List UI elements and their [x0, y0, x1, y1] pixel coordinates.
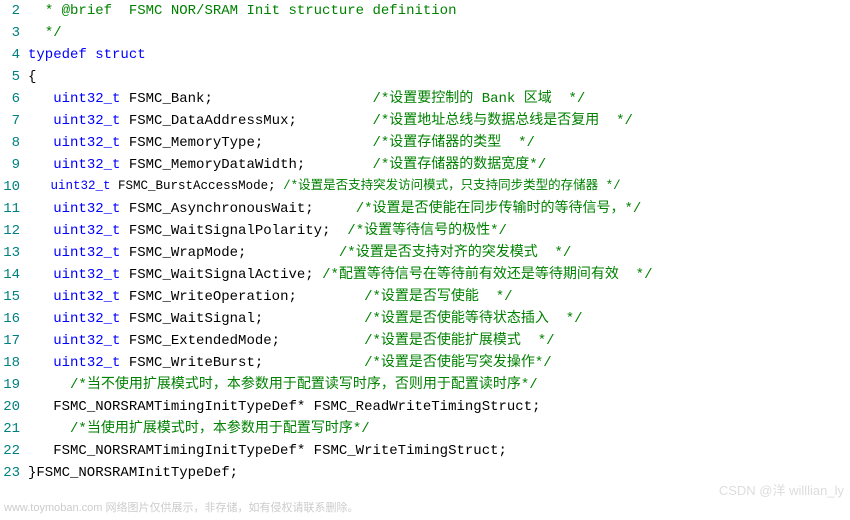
- comment: /*设置是否使能等待状态插入 */: [364, 311, 582, 327]
- code-line-6: uint32_t FSMC_Bank; /*设置要控制的 Bank 区域 */: [28, 88, 850, 110]
- line-number: 5: [0, 66, 20, 88]
- member: FSMC_MemoryType;: [129, 135, 263, 151]
- line-number: 2: [0, 0, 20, 22]
- type: uint32_t: [53, 289, 120, 305]
- line-number: 7: [0, 110, 20, 132]
- code-line-21: /*当使用扩展模式时，本参数用于配置写时序*/: [28, 418, 850, 440]
- code-line-17: uint32_t FSMC_ExtendedMode; /*设置是否使能扩展模式…: [28, 330, 850, 352]
- type: uint32_t: [53, 223, 120, 239]
- member: FSMC_WriteBurst;: [129, 355, 263, 371]
- code-line-8: uint32_t FSMC_MemoryType; /*设置存储器的类型 */: [28, 132, 850, 154]
- line-number: 6: [0, 88, 20, 110]
- type: uint32_t: [53, 245, 120, 261]
- member: FSMC_BurstAccessMode;: [118, 179, 283, 193]
- comment: /*设置要控制的 Bank 区域 */: [373, 91, 586, 107]
- comment: /*配置等待信号在等待前有效还是等待期间有效 */: [322, 267, 652, 283]
- member: FSMC_NORSRAMTimingInitTypeDef* FSMC_Read…: [53, 399, 540, 415]
- code-content: * @brief FSMC NOR/SRAM Init structure de…: [28, 0, 850, 484]
- member: FSMC_WaitSignal;: [129, 311, 263, 327]
- line-number: 12: [0, 220, 20, 242]
- comment: /*设置等待信号的极性*/: [347, 223, 507, 239]
- type: uint32_t: [53, 201, 120, 217]
- member: FSMC_WaitSignalActive;: [129, 267, 322, 283]
- type: uint32_t: [53, 157, 120, 173]
- line-number: 16: [0, 308, 20, 330]
- code-line-11: uint32_t FSMC_AsynchronousWait; /*设置是否使能…: [28, 198, 850, 220]
- code-block: 2 3 4 5 6 7 8 9 10 11 12 13 14 15 16 17 …: [0, 0, 850, 484]
- member: FSMC_WaitSignalPolarity;: [129, 223, 331, 239]
- type: uint32_t: [53, 333, 120, 349]
- line-number: 10: [0, 176, 20, 198]
- gutter: 2 3 4 5 6 7 8 9 10 11 12 13 14 15 16 17 …: [0, 0, 28, 484]
- type: uint32_t: [53, 267, 120, 283]
- code-line-15: uint32_t FSMC_WriteOperation; /*设置是否写使能 …: [28, 286, 850, 308]
- line-number: 21: [0, 418, 20, 440]
- comment: /*设置是否支持对齐的突发模式 */: [339, 245, 571, 261]
- comment: /*设置是否使能扩展模式 */: [364, 333, 554, 349]
- comment: /*设置存储器的类型 */: [372, 135, 534, 151]
- code-line-18: uint32_t FSMC_WriteBurst; /*设置是否使能写突发操作*…: [28, 352, 850, 374]
- type: uint32_t: [53, 113, 120, 129]
- code-line-13: uint32_t FSMC_WrapMode; /*设置是否支持对齐的突发模式 …: [28, 242, 850, 264]
- member: FSMC_WriteOperation;: [129, 289, 297, 305]
- comment: /*设置是否写使能 */: [364, 289, 512, 305]
- code-line-14: uint32_t FSMC_WaitSignalActive; /*配置等待信号…: [28, 264, 850, 286]
- line-number: 19: [0, 374, 20, 396]
- comment: /*设置是否支持突发访问模式，只支持同步类型的存储器 */: [283, 179, 621, 193]
- line-number: 22: [0, 440, 20, 462]
- watermark-toymoban: www.toymoban.com 网络图片仅供展示，非存储，如有侵权请联系删除。: [4, 500, 358, 518]
- comment: /*设置地址总线与数据总线是否复用 */: [373, 113, 633, 129]
- code-line-7: uint32_t FSMC_DataAddressMux; /*设置地址总线与数…: [28, 110, 850, 132]
- comment: /*设置是否使能在同步传输时的等待信号，*/: [356, 201, 642, 217]
- comment: */: [45, 25, 62, 41]
- line-number: 11: [0, 198, 20, 220]
- code-line-16: uint32_t FSMC_WaitSignal; /*设置是否使能等待状态插入…: [28, 308, 850, 330]
- keyword-typedef: typedef: [28, 47, 87, 63]
- comment: /*设置是否使能写突发操作*/: [364, 355, 552, 371]
- comment: /*当不使用扩展模式时，本参数用于配置读写时序，否则用于配置读时序*/: [70, 377, 538, 393]
- code-line-9: uint32_t FSMC_MemoryDataWidth; /*设置存储器的数…: [28, 154, 850, 176]
- comment: * @brief FSMC NOR/SRAM Init structure de…: [45, 3, 457, 19]
- member: FSMC_WrapMode;: [129, 245, 247, 261]
- type: uint32_t: [53, 135, 120, 151]
- line-number: 15: [0, 286, 20, 308]
- member: FSMC_DataAddressMux;: [129, 113, 297, 129]
- line-number: 17: [0, 330, 20, 352]
- line-number: 23: [0, 462, 20, 484]
- member: FSMC_AsynchronousWait;: [129, 201, 314, 217]
- keyword-struct: struct: [95, 47, 145, 63]
- line-number: 8: [0, 132, 20, 154]
- member: FSMC_Bank;: [129, 91, 213, 107]
- line-number: 9: [0, 154, 20, 176]
- type: uint32_t: [53, 91, 120, 107]
- line-number: 3: [0, 22, 20, 44]
- code-line-5: {: [28, 66, 850, 88]
- code-line-2: * @brief FSMC NOR/SRAM Init structure de…: [28, 0, 850, 22]
- member: FSMC_MemoryDataWidth;: [129, 157, 305, 173]
- line-number: 18: [0, 352, 20, 374]
- member: FSMC_ExtendedMode;: [129, 333, 280, 349]
- watermark-csdn: CSDN @洋 willlian_ly: [719, 481, 844, 502]
- code-line-10: uint32_t FSMC_BurstAccessMode; /*设置是否支持突…: [28, 176, 850, 198]
- type: uint32_t: [53, 311, 120, 327]
- type: uint32_t: [53, 355, 120, 371]
- comment: /*设置存储器的数据宽度*/: [373, 157, 547, 173]
- member: FSMC_NORSRAMTimingInitTypeDef* FSMC_Writ…: [53, 443, 507, 459]
- line-number: 14: [0, 264, 20, 286]
- comment: /*当使用扩展模式时，本参数用于配置写时序*/: [70, 421, 370, 437]
- line-number: 4: [0, 44, 20, 66]
- code-line-3: */: [28, 22, 850, 44]
- line-number: 13: [0, 242, 20, 264]
- type: uint32_t: [51, 179, 111, 193]
- code-line-22: FSMC_NORSRAMTimingInitTypeDef* FSMC_Writ…: [28, 440, 850, 462]
- code-line-20: FSMC_NORSRAMTimingInitTypeDef* FSMC_Read…: [28, 396, 850, 418]
- code-line-12: uint32_t FSMC_WaitSignalPolarity; /*设置等待…: [28, 220, 850, 242]
- code-line-4: typedef struct: [28, 44, 850, 66]
- line-number: 20: [0, 396, 20, 418]
- code-line-19: /*当不使用扩展模式时，本参数用于配置读写时序，否则用于配置读时序*/: [28, 374, 850, 396]
